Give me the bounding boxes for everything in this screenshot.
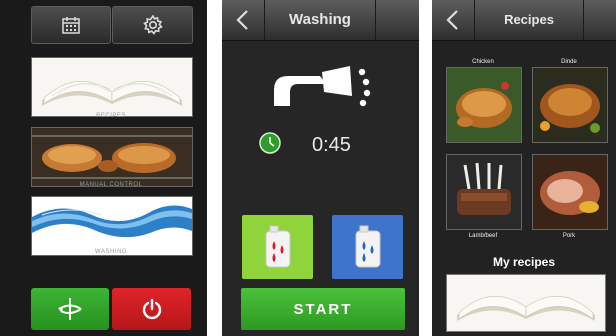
page-title: Recipes <box>504 12 554 27</box>
red-detergent-icon <box>265 225 290 268</box>
recipe-label-dinde: Dinde <box>561 59 577 65</box>
rotate-button[interactable] <box>31 288 109 330</box>
calendar-icon <box>62 17 80 34</box>
gear-icon <box>142 14 163 35</box>
blue-detergent-icon <box>355 225 380 268</box>
washing-label: WASHING <box>95 249 127 255</box>
recipe-label-chicken: Chicken <box>472 59 494 65</box>
timer-value: 0:45 <box>312 134 351 156</box>
manual-control-tile[interactable] <box>31 127 193 187</box>
washing-screen: Washing 0:45 START <box>222 0 419 336</box>
manual-control-label: MANUAL CONTROL <box>79 182 143 188</box>
clock-icon <box>259 132 281 154</box>
open-book-image <box>447 275 605 331</box>
my-recipes-tile[interactable] <box>446 274 606 332</box>
washing-header: Washing <box>222 0 419 41</box>
pork-roast-photo <box>533 155 607 229</box>
my-recipes-heading: My recipes <box>492 255 556 269</box>
recipe-label-lamb-beef: Lamb/beef <box>468 233 498 239</box>
lamb-rack-photo <box>447 155 521 229</box>
recipe-pork[interactable] <box>532 154 608 230</box>
back-button[interactable] <box>432 3 474 37</box>
detergent-blue-button[interactable] <box>332 215 403 279</box>
home-screen: RECIPES MANUAL CONTROL WASHING <box>0 0 207 336</box>
chicken-photo <box>447 68 521 142</box>
settings-button[interactable] <box>112 6 193 44</box>
chevron-left-icon <box>236 10 248 30</box>
recipes-tile[interactable] <box>31 57 193 117</box>
open-book-image <box>32 58 192 116</box>
rotate-icon <box>58 298 82 320</box>
calendar-button[interactable] <box>31 6 111 44</box>
detergent-red-button[interactable] <box>242 215 313 279</box>
recipe-label-pork: Pork <box>562 233 576 239</box>
page-title: Washing <box>289 11 351 28</box>
power-button[interactable] <box>112 288 191 330</box>
roast-chicken-image <box>32 128 192 186</box>
washing-tile[interactable] <box>31 196 193 256</box>
power-icon <box>142 298 161 320</box>
recipes-label: RECIPES <box>96 113 126 119</box>
recipe-lamb-beef[interactable] <box>446 154 522 230</box>
recipes-header: Recipes <box>432 0 616 41</box>
shower-icon <box>274 66 371 107</box>
start-button[interactable]: START <box>241 288 405 330</box>
chevron-left-icon <box>446 10 458 30</box>
recipes-screen: Recipes Chicken Dinde Lamb/beef Pork My … <box>432 0 616 336</box>
back-button[interactable] <box>222 3 264 37</box>
turkey-photo <box>533 68 607 142</box>
recipe-chicken[interactable] <box>446 67 522 143</box>
recipe-dinde[interactable] <box>532 67 608 143</box>
water-wave-image <box>32 197 192 247</box>
